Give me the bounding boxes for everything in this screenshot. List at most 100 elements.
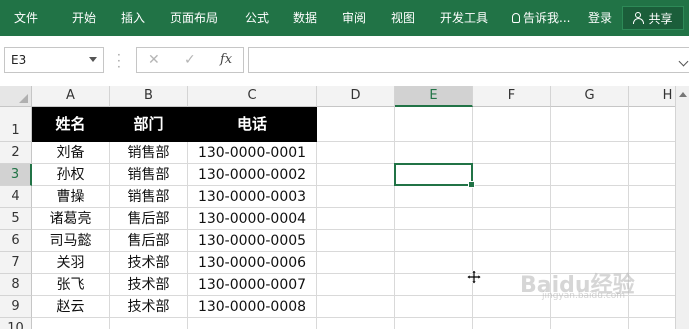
empty-cell[interactable]	[473, 142, 551, 164]
empty-cell[interactable]	[110, 318, 188, 329]
data-cell[interactable]: 曹操	[32, 186, 110, 208]
vertical-scrollbar[interactable]	[675, 86, 689, 329]
tab-home[interactable]: 开始	[72, 0, 96, 36]
tell-me-search[interactable]: 告诉我...	[512, 0, 570, 36]
tab-insert[interactable]: 插入	[121, 0, 145, 36]
data-cell[interactable]: 关羽	[32, 252, 110, 274]
data-cell[interactable]: 赵云	[32, 296, 110, 318]
chevron-down-icon[interactable]	[89, 57, 97, 62]
empty-cell[interactable]	[317, 296, 395, 318]
row-header-8[interactable]: 8	[0, 274, 32, 296]
empty-cell[interactable]	[551, 107, 629, 142]
expand-formula-icon[interactable]	[678, 56, 689, 67]
column-header-a[interactable]: A	[32, 86, 110, 107]
empty-cell[interactable]	[473, 230, 551, 252]
empty-cell[interactable]	[32, 318, 110, 329]
empty-cell[interactable]	[395, 142, 473, 164]
column-header-g[interactable]: G	[551, 86, 629, 107]
empty-cell[interactable]	[317, 252, 395, 274]
empty-cell[interactable]	[317, 142, 395, 164]
empty-cell[interactable]	[395, 318, 473, 329]
data-cell[interactable]: 销售部	[110, 186, 188, 208]
empty-cell[interactable]	[473, 107, 551, 142]
empty-cell[interactable]	[317, 186, 395, 208]
row-header-4[interactable]: 4	[0, 186, 32, 208]
data-cell[interactable]: 130-0000-0006	[188, 252, 317, 274]
header-cell[interactable]: 部门	[110, 107, 188, 142]
empty-cell[interactable]	[395, 274, 473, 296]
name-box[interactable]: E3	[4, 47, 104, 73]
empty-cell[interactable]	[551, 186, 629, 208]
tab-formulas[interactable]: 公式	[245, 0, 269, 36]
row-header-9[interactable]: 9	[0, 296, 32, 318]
empty-cell[interactable]	[473, 318, 551, 329]
active-cell-selection[interactable]	[394, 163, 475, 188]
data-cell[interactable]: 售后部	[110, 230, 188, 252]
empty-cell[interactable]	[473, 208, 551, 230]
column-header-d[interactable]: D	[317, 86, 395, 107]
row-header-5[interactable]: 5	[0, 208, 32, 230]
tab-page-layout[interactable]: 页面布局	[170, 0, 218, 36]
data-cell[interactable]: 技术部	[110, 252, 188, 274]
column-header-b[interactable]: B	[110, 86, 188, 107]
data-cell[interactable]: 130-0000-0003	[188, 186, 317, 208]
row-header-6[interactable]: 6	[0, 230, 32, 252]
empty-cell[interactable]	[317, 274, 395, 296]
row-header-7[interactable]: 7	[0, 252, 32, 274]
formula-input[interactable]	[248, 47, 689, 73]
data-cell[interactable]: 130-0000-0002	[188, 164, 317, 186]
empty-cell[interactable]	[551, 164, 629, 186]
data-cell[interactable]: 销售部	[110, 142, 188, 164]
column-header-e[interactable]: E	[395, 86, 473, 107]
data-cell[interactable]: 130-0000-0001	[188, 142, 317, 164]
insert-function-button[interactable]: fx	[220, 52, 232, 67]
empty-cell[interactable]	[317, 208, 395, 230]
tab-file[interactable]: 文件	[14, 0, 38, 36]
data-cell[interactable]: 技术部	[110, 296, 188, 318]
empty-cell[interactable]	[395, 296, 473, 318]
empty-cell[interactable]	[317, 318, 395, 329]
select-all-button[interactable]	[0, 86, 32, 107]
empty-cell[interactable]	[551, 230, 629, 252]
row-header-1[interactable]: 1	[0, 107, 32, 142]
row-header-3[interactable]: 3	[0, 164, 32, 186]
row-header-10[interactable]: 10	[0, 318, 32, 329]
data-cell[interactable]: 130-0000-0004	[188, 208, 317, 230]
cancel-icon[interactable]: ✕	[148, 52, 160, 68]
data-cell[interactable]: 刘备	[32, 142, 110, 164]
data-cell[interactable]: 130-0000-0005	[188, 230, 317, 252]
data-cell[interactable]: 技术部	[110, 274, 188, 296]
empty-cell[interactable]	[551, 318, 629, 329]
empty-cell[interactable]	[473, 164, 551, 186]
data-cell[interactable]: 130-0000-0008	[188, 296, 317, 318]
header-cell[interactable]: 姓名	[32, 107, 110, 142]
empty-cell[interactable]	[551, 208, 629, 230]
empty-cell[interactable]	[317, 230, 395, 252]
empty-cell[interactable]	[551, 142, 629, 164]
data-cell[interactable]: 孙权	[32, 164, 110, 186]
data-cell[interactable]: 诸葛亮	[32, 208, 110, 230]
data-cell[interactable]: 130-0000-0007	[188, 274, 317, 296]
row-header-2[interactable]: 2	[0, 142, 32, 164]
empty-cell[interactable]	[395, 230, 473, 252]
empty-cell[interactable]	[473, 296, 551, 318]
data-cell[interactable]: 张飞	[32, 274, 110, 296]
login-link[interactable]: 登录	[588, 0, 612, 36]
data-cell[interactable]: 售后部	[110, 208, 188, 230]
tab-developer[interactable]: 开发工具	[440, 0, 488, 36]
empty-cell[interactable]	[473, 186, 551, 208]
column-header-c[interactable]: C	[188, 86, 317, 107]
empty-cell[interactable]	[395, 107, 473, 142]
empty-cell[interactable]	[395, 186, 473, 208]
empty-cell[interactable]	[188, 318, 317, 329]
tab-review[interactable]: 审阅	[342, 0, 366, 36]
header-cell[interactable]: 电话	[188, 107, 317, 142]
empty-cell[interactable]	[317, 164, 395, 186]
empty-cell[interactable]	[317, 107, 395, 142]
empty-cell[interactable]	[395, 252, 473, 274]
drag-handle-icon[interactable]: · · ·	[117, 49, 121, 73]
enter-check-icon[interactable]: ✓	[184, 52, 196, 68]
empty-cell[interactable]	[395, 208, 473, 230]
tab-data[interactable]: 数据	[293, 0, 317, 36]
tab-view[interactable]: 视图	[391, 0, 415, 36]
